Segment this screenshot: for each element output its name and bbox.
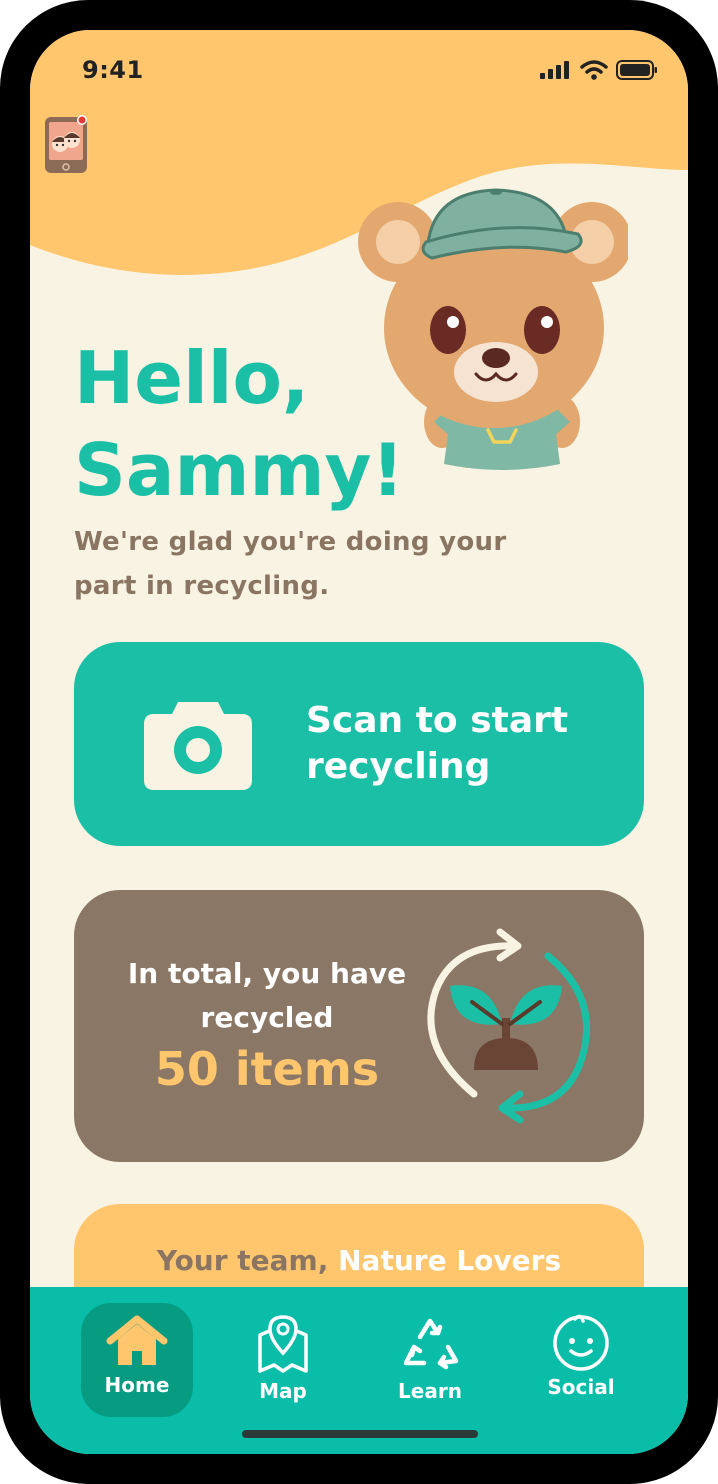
tab-social[interactable]: Social [525,1303,637,1417]
app-screen: 9:41 Hello, Sammy! We're glad you're doi… [30,30,688,1454]
signal-icon [540,61,569,79]
total-recycled-card: In total, you have recycled 50 items [74,890,644,1162]
home-indicator[interactable] [242,1430,478,1438]
team-line: Your team, Nature Lovers [74,1244,644,1277]
family-phone-icon[interactable] [44,114,90,174]
total-recycled-text: In total, you have recycled [127,957,407,1034]
team-name: Nature Lovers [338,1244,562,1277]
tab-home-label: Home [104,1373,170,1397]
scan-button[interactable]: Scan to start recycling [74,642,644,846]
home-icon [106,1315,168,1365]
phone-frame: 9:41 Hello, Sammy! We're glad you're doi… [0,0,718,1484]
team-prefix: Your team, [156,1244,329,1277]
greeting-title: Hello, Sammy! [74,332,474,516]
map-pin-icon [258,1315,308,1373]
tab-learn-label: Learn [398,1379,462,1403]
greeting-line-hello: Hello, [74,336,310,420]
tab-home[interactable]: Home [81,1303,193,1417]
wifi-icon [580,60,608,80]
smiley-icon [553,1314,609,1371]
greeting-subtitle: We're glad you're doing your part in rec… [74,527,507,601]
status-icons [540,60,658,80]
total-recycled-count: 50 items [154,1042,380,1096]
tab-map[interactable]: Map [227,1303,339,1417]
camera-icon [144,702,252,790]
tab-map-label: Map [259,1379,307,1403]
tab-social-label: Social [547,1375,615,1399]
recycle-sprout-icon [427,928,591,1124]
greeting-line-name: Sammy! [74,428,405,512]
recycle-icon [403,1318,459,1370]
battery-icon [616,60,657,80]
scan-button-label: Scan to start recycling [306,700,569,787]
status-time: 9:41 [82,56,144,84]
bottom-tab-bar: Home Map Learn Social [30,1287,688,1454]
tab-learn[interactable]: Learn [374,1303,486,1417]
